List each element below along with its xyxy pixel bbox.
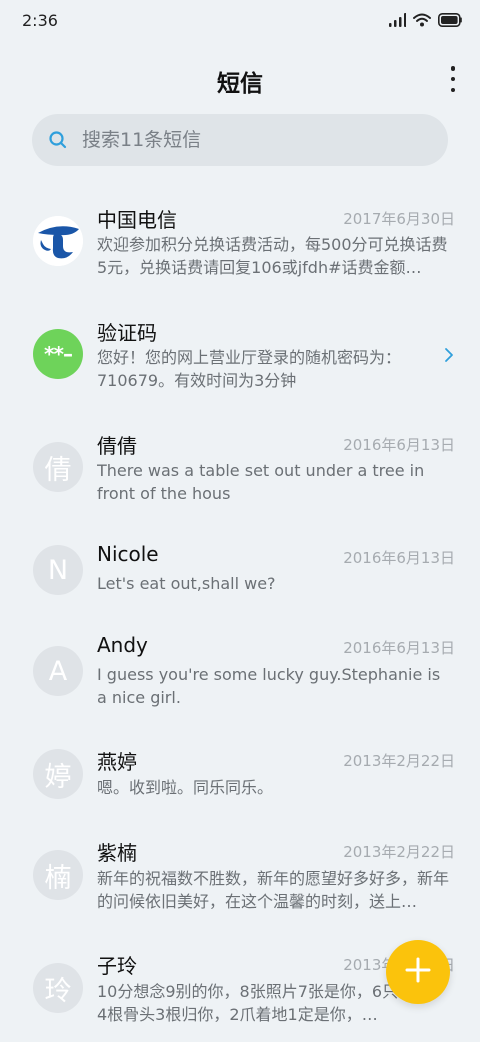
page-title: 短信 [217, 71, 263, 97]
plus-icon [404, 956, 432, 988]
sender-name: 紫楠 [97, 841, 137, 865]
more-dot-icon [450, 66, 456, 71]
wifi-icon [413, 12, 431, 31]
conversation-item[interactable]: **– 验证码 您好！您的网上营业厅登录的随机密码为：710679。有效时间为3… [0, 303, 480, 408]
message-preview: There was a table set out under a tree i… [97, 461, 425, 503]
message-date: 2016年6月13日 [343, 549, 455, 567]
message-preview: I guess you're some lucky guy.Stephanie … [97, 665, 441, 707]
contact-avatar: 玲 [33, 963, 83, 1013]
signal-icon [388, 12, 407, 31]
sender-name: 燕婷 [97, 750, 137, 774]
message-date: 2013年2月22日 [343, 843, 455, 861]
sender-name: Andy [97, 633, 148, 657]
message-preview: 欢迎参加积分兑换话费活动，每500分可兑换话费5元，兑换话费请回复106或jfd… [97, 235, 448, 277]
contact-avatar: A [33, 646, 83, 696]
more-dot-icon [450, 87, 456, 92]
battery-icon [438, 12, 462, 31]
message-preview: 您好！您的网上营业厅登录的随机密码为：710679。有效时间为3分钟 [97, 348, 402, 390]
sender-name: 中国电信 [97, 208, 177, 232]
message-preview: 新年的祝福数不胜数，新年的愿望好多好多，新年的问候依旧美好，在这个温馨的时刻，送… [97, 869, 450, 911]
conversation-item[interactable]: N Nicole 2016年6月13日 Let's eat out,shall … [0, 529, 480, 609]
sender-name: 倩倩 [97, 434, 137, 458]
status-icons [388, 12, 462, 31]
message-date: 2013年2月22日 [343, 752, 455, 770]
status-bar: 2:36 [0, 0, 480, 44]
title-bar: 短信 [0, 56, 480, 102]
status-time: 2:36 [22, 11, 58, 30]
more-options-button[interactable] [446, 66, 460, 92]
search-icon [48, 130, 68, 150]
contact-avatar: 倩 [33, 442, 83, 492]
message-preview: 嗯。收到啦。同乐同乐。 [97, 778, 274, 797]
more-dot-icon [450, 76, 456, 82]
search-input[interactable] [82, 114, 432, 166]
new-message-button[interactable] [386, 940, 450, 1004]
chevron-right-icon[interactable] [443, 347, 455, 363]
conversation-item[interactable]: 倩 倩倩 2016年6月13日 There was a table set ou… [0, 416, 480, 521]
verification-code-avatar: **– [33, 329, 83, 379]
contact-avatar: 婷 [33, 749, 83, 799]
sender-name: 子玲 [97, 954, 137, 978]
contact-avatar: 楠 [33, 850, 83, 900]
sender-name: 验证码 [97, 321, 157, 345]
message-date: 2017年6月30日 [343, 210, 455, 228]
sender-name: Nicole [97, 542, 159, 566]
conversation-item[interactable]: 楠 紫楠 2013年2月22日 新年的祝福数不胜数，新年的愿望好多好多，新年的问… [0, 824, 480, 929]
conversation-item[interactable]: 婷 燕婷 2013年2月22日 嗯。收到啦。同乐同乐。 [0, 733, 480, 813]
china-telecom-logo-icon [33, 216, 83, 266]
conversation-item[interactable]: A Andy 2016年6月13日 I guess you're some lu… [0, 620, 480, 725]
message-date: 2016年6月13日 [343, 436, 455, 454]
message-preview: Let's eat out,shall we? [97, 574, 276, 593]
contact-avatar: N [33, 545, 83, 595]
search-box[interactable] [32, 114, 448, 166]
message-date: 2016年6月13日 [343, 639, 455, 657]
conversation-item[interactable]: 中国电信 2017年6月30日 欢迎参加积分兑换话费活动，每500分可兑换话费5… [0, 190, 480, 295]
